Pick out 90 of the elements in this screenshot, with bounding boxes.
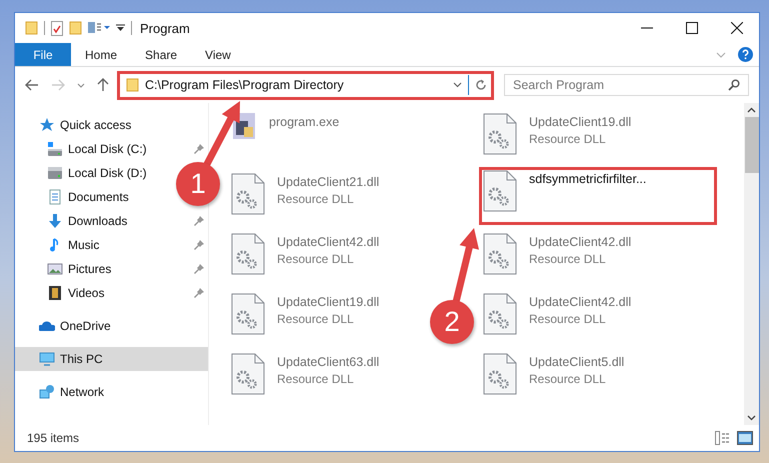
recent-dropdown-icon[interactable] bbox=[77, 82, 85, 88]
file-type: Resource DLL bbox=[277, 192, 355, 206]
refresh-icon[interactable] bbox=[475, 79, 487, 91]
file-type: Resource DLL bbox=[529, 312, 607, 326]
file-item[interactable]: UpdateClient42.dll Resource DLL bbox=[483, 287, 632, 347]
file-item[interactable]: UpdateClient19.dll Resource DLL bbox=[231, 287, 380, 347]
file-name: sdfsymmetricfirfilter... bbox=[529, 172, 646, 186]
callout-arrow bbox=[202, 101, 240, 168]
search-field[interactable]: Search Program bbox=[504, 74, 749, 96]
file-item[interactable]: UpdateClient42.dll Resource DLL bbox=[231, 227, 380, 287]
file-item[interactable]: UpdateClient42.dll Resource DLL bbox=[483, 227, 632, 287]
pin-icon[interactable] bbox=[194, 288, 204, 298]
download-icon bbox=[47, 213, 63, 229]
file-type: Resource DLL bbox=[529, 372, 607, 386]
pictures-icon bbox=[47, 261, 63, 277]
ribbon-tab[interactable]: Share bbox=[131, 43, 192, 66]
file-type: Resource DLL bbox=[529, 132, 607, 146]
file-type: Resource DLL bbox=[277, 312, 355, 326]
gear-file-icon bbox=[483, 353, 517, 395]
file-name: UpdateClient63.dll bbox=[277, 355, 380, 369]
gear-file-icon bbox=[231, 233, 265, 275]
dropdown-icon[interactable] bbox=[116, 24, 125, 32]
nav-item[interactable]: Documents bbox=[15, 185, 133, 209]
file-name: UpdateClient21.dll bbox=[277, 175, 380, 189]
file-type: Resource DLL bbox=[277, 252, 355, 266]
disk-c-icon bbox=[47, 141, 63, 157]
pin-icon[interactable] bbox=[194, 240, 204, 250]
properties-icon[interactable] bbox=[51, 20, 63, 36]
file-type: Resource DLL bbox=[277, 372, 355, 386]
nav-item[interactable]: OneDrive bbox=[15, 314, 115, 338]
gear-file-icon bbox=[231, 173, 265, 215]
address-field[interactable]: C:\Program Files\Program Directory bbox=[117, 70, 494, 100]
scroll-up-icon[interactable] bbox=[747, 107, 756, 113]
pin-icon[interactable] bbox=[194, 144, 204, 154]
nav-item[interactable]: Downloads bbox=[15, 209, 208, 233]
file-item[interactable]: program.exe bbox=[231, 107, 340, 167]
nav-item[interactable]: Quick access bbox=[15, 113, 136, 137]
help-icon[interactable] bbox=[738, 47, 753, 62]
gear-file-icon bbox=[483, 233, 517, 275]
scroll-down-icon[interactable] bbox=[747, 415, 756, 421]
view-options-icon[interactable] bbox=[88, 22, 110, 34]
folder-icon bbox=[126, 78, 139, 92]
file-name: UpdateClient19.dll bbox=[277, 295, 380, 309]
nav-item[interactable]: Videos bbox=[15, 281, 208, 305]
window-title: Program bbox=[140, 20, 190, 36]
ribbon-tab[interactable]: View bbox=[191, 43, 245, 66]
scroll-thumb[interactable] bbox=[744, 117, 758, 173]
pc-icon bbox=[39, 351, 55, 367]
minimize-icon bbox=[640, 27, 652, 29]
network-icon bbox=[39, 384, 55, 400]
nav-item[interactable]: This PC bbox=[15, 347, 208, 371]
nav-item[interactable]: Music bbox=[15, 233, 208, 257]
file-name: program.exe bbox=[269, 115, 340, 129]
search-icon[interactable] bbox=[728, 79, 740, 91]
video-icon bbox=[47, 285, 63, 301]
close-icon bbox=[730, 22, 742, 34]
details-view-icon[interactable] bbox=[715, 431, 731, 445]
file-name: UpdateClient5.dll bbox=[529, 355, 624, 369]
ribbon-tab[interactable]: File bbox=[15, 43, 71, 66]
file-item[interactable]: UpdateClient5.dll Resource DLL bbox=[483, 347, 624, 407]
chevron-down-icon[interactable] bbox=[453, 82, 462, 88]
file-item[interactable]: UpdateClient21.dll Resource DLL bbox=[231, 167, 380, 227]
item-count: 195 items bbox=[27, 431, 80, 445]
gear-file-icon bbox=[231, 293, 265, 335]
file-name: UpdateClient42.dll bbox=[529, 295, 632, 309]
file-name: UpdateClient19.dll bbox=[529, 115, 632, 129]
nav-item[interactable]: Local Disk (D:) bbox=[15, 161, 151, 185]
thumbnail-view-icon[interactable] bbox=[737, 431, 753, 445]
file-type: Resource DLL bbox=[529, 252, 607, 266]
file-name: UpdateClient42.dll bbox=[529, 235, 632, 249]
vertical-scrollbar[interactable] bbox=[744, 103, 759, 425]
gear-file-icon bbox=[483, 170, 517, 212]
nav-item[interactable]: Local Disk (C:) bbox=[15, 137, 208, 161]
file-item[interactable]: UpdateClient19.dll Resource DLL bbox=[483, 107, 632, 167]
up-icon[interactable] bbox=[97, 78, 109, 92]
gear-file-icon bbox=[231, 353, 265, 395]
nav-item[interactable]: Pictures bbox=[15, 257, 208, 281]
file-name: UpdateClient42.dll bbox=[277, 235, 380, 249]
back-icon[interactable] bbox=[25, 79, 39, 91]
document-icon bbox=[47, 189, 63, 205]
file-item[interactable]: sdfsymmetricfirfilter... bbox=[479, 167, 717, 225]
star-icon bbox=[39, 117, 55, 133]
pin-icon[interactable] bbox=[194, 264, 204, 274]
file-item[interactable]: UpdateClient63.dll Resource DLL bbox=[231, 347, 380, 407]
ribbon-tab[interactable]: Home bbox=[71, 43, 132, 66]
gear-file-icon bbox=[483, 293, 517, 335]
gear-file-icon bbox=[483, 113, 517, 155]
nav-item[interactable]: Network bbox=[15, 380, 108, 404]
pin-icon[interactable] bbox=[194, 216, 204, 226]
maximize-icon bbox=[686, 22, 698, 34]
